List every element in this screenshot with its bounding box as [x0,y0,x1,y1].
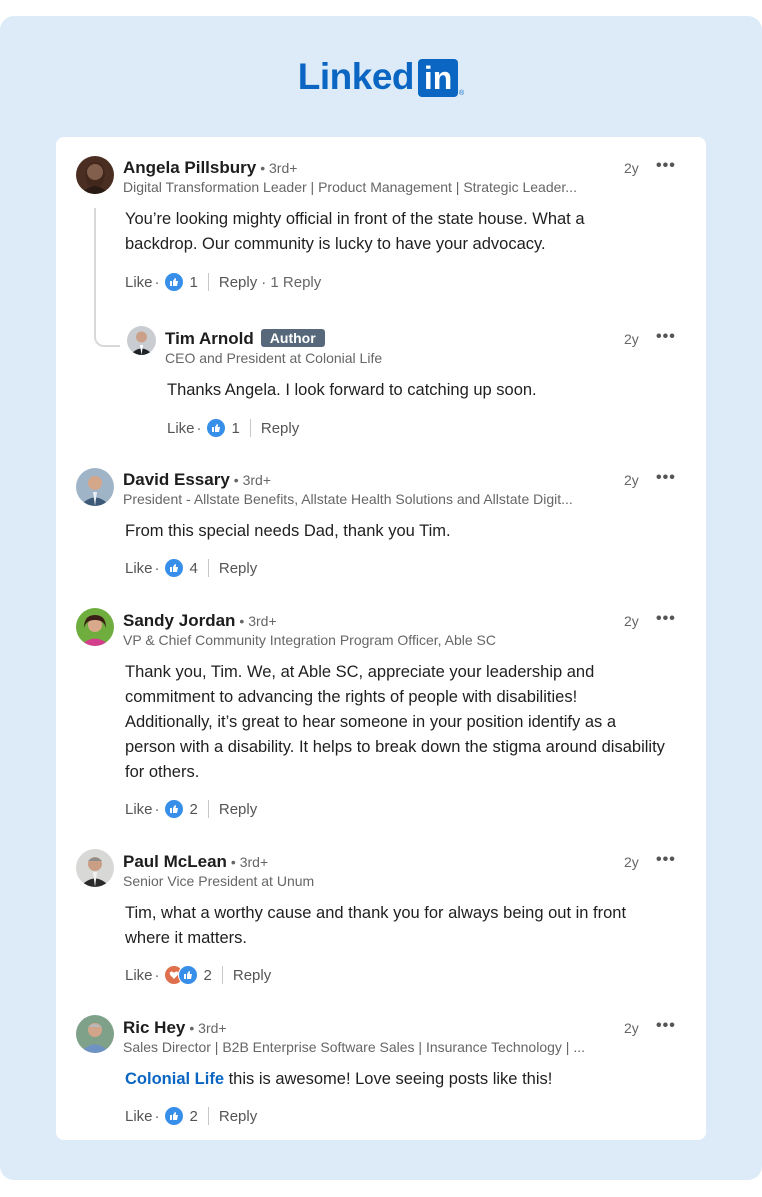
action-divider [207,559,209,577]
logo-in-box: in [418,59,459,97]
commenter-name-text[interactable]: David Essary [123,470,230,489]
commenter-headline: CEO and President at Colonial Life [165,350,383,366]
more-options-icon[interactable]: ••• [656,328,676,346]
action-divider [207,273,209,291]
reaction-count[interactable]: 1 [190,274,198,291]
commenter-headline: Digital Transformation Leader | Product … [123,179,577,195]
commenter-name[interactable]: Tim Arnold Author [165,329,325,349]
comment-text-rest: this is awesome! Love seeing posts like … [224,1070,553,1088]
separator-dot: · [154,273,160,291]
like-reaction-icon[interactable] [163,799,184,819]
comment-actions: Like · 2 Reply [125,799,257,819]
like-button[interactable]: Like [125,967,153,984]
separator-dot: · [154,966,160,984]
comment-text: You’re looking mighty official in front … [125,210,585,253]
action-divider [207,800,209,818]
comment-timestamp: 2y [624,160,639,176]
commenter-name[interactable]: Sandy Jordan • 3rd+ [123,611,277,631]
connection-degree: • 3rd+ [233,472,271,488]
like-reaction-icon[interactable] [163,558,184,578]
comment-timestamp: 2y [624,613,639,629]
comment-timestamp: 2y [624,331,639,347]
comment-text: Tim, what a worthy cause and thank you f… [125,904,627,947]
commenter-name-text[interactable]: Angela Pillsbury [123,158,256,177]
logo-registered-mark: ® [459,90,465,97]
commenter-name[interactable]: Ric Hey • 3rd+ [123,1018,227,1038]
connection-degree: • 3rd+ [260,160,298,176]
comment-text: Colonial Life this is awesome! Love seei… [125,1067,665,1092]
more-options-icon[interactable]: ••• [656,469,676,487]
avatar[interactable] [76,1015,114,1053]
comment-timestamp: 2y [624,854,639,870]
reply-button[interactable]: Reply [233,967,271,984]
separator-dot: · [154,1107,160,1125]
commenter-headline: President - Allstate Benefits, Allstate … [123,491,573,507]
comment-text: Thanks Angela. I look forward to catchin… [167,381,537,399]
avatar[interactable] [76,849,114,887]
reaction-count[interactable]: 2 [204,967,212,984]
like-button[interactable]: Like [125,801,153,818]
reply-button[interactable]: Reply [219,801,257,818]
connection-degree: • 3rd+ [239,613,277,629]
reaction-count[interactable]: 4 [190,560,198,577]
action-divider [249,419,251,437]
separator-dot: · [154,559,160,577]
more-options-icon[interactable]: ••• [656,1017,676,1035]
like-button[interactable]: Like [125,1108,153,1125]
comment-actions: Like · 2 Reply [125,965,271,985]
commenter-name-text[interactable]: Ric Hey [123,1018,185,1037]
like-button[interactable]: Like [167,420,195,437]
like-reaction-icon[interactable] [163,272,184,292]
author-badge: Author [260,329,325,347]
commenter-headline: Senior Vice President at Unum [123,873,315,889]
commenter-headline: Sales Director | B2B Enterprise Software… [123,1039,585,1055]
action-divider [221,966,223,984]
reply-button[interactable]: Reply [219,560,257,577]
like-reaction-icon[interactable] [177,965,198,985]
reaction-count[interactable]: 2 [190,801,198,818]
linkedin-logo: Linked in ® [0,55,762,99]
like-button[interactable]: Like [125,560,153,577]
connection-degree: • 3rd+ [189,1020,227,1036]
commenter-headline: VP & Chief Community Integration Program… [123,632,496,648]
avatar[interactable] [76,468,114,506]
reply-button[interactable]: Reply [261,420,299,437]
logo-wordmark: Linked [297,56,415,97]
reaction-count[interactable]: 2 [190,1108,198,1125]
more-options-icon[interactable]: ••• [656,157,676,175]
comment-actions: Like · 2 Reply [125,1106,257,1126]
comment-timestamp: 2y [624,1020,639,1036]
comment-text: Thank you, Tim. We, at Able SC, apprecia… [125,663,665,781]
separator-dot: · [196,419,202,437]
like-reaction-icon[interactable] [205,418,226,438]
comment-text: From this special needs Dad, thank you T… [125,522,451,540]
avatar[interactable] [76,156,114,194]
reply-thread-line [94,208,120,347]
commenter-name-text[interactable]: Sandy Jordan [123,611,235,630]
more-options-icon[interactable]: ••• [656,851,676,869]
commenter-name[interactable]: Angela Pillsbury • 3rd+ [123,158,297,178]
commenter-name[interactable]: Paul McLean • 3rd+ [123,852,268,872]
reaction-count[interactable]: 1 [232,420,240,437]
company-mention-link[interactable]: Colonial Life [125,1070,224,1088]
reply-count-link[interactable]: · 1 Reply [261,274,321,291]
connection-degree: • 3rd+ [230,854,269,870]
like-button[interactable]: Like [125,274,153,291]
reply-button[interactable]: Reply [219,1108,257,1125]
avatar[interactable] [127,326,156,355]
commenter-name-text[interactable]: Paul McLean [123,852,227,871]
commenter-name-text[interactable]: Tim Arnold [165,329,254,348]
separator-dot: · [154,800,160,818]
comment-timestamp: 2y [624,472,639,488]
more-options-icon[interactable]: ••• [656,610,676,628]
like-reaction-icon[interactable] [163,1106,184,1126]
commenter-name[interactable]: David Essary • 3rd+ [123,470,271,490]
action-divider [207,1107,209,1125]
reply-button[interactable]: Reply [219,274,257,291]
comment-actions: Like · 1 Reply [167,418,299,438]
comment-actions: Like · 4 Reply [125,558,257,578]
avatar[interactable] [76,608,114,646]
comments-card: Angela Pillsbury • 3rd+ Digital Transform… [56,137,706,1140]
comment-actions: Like · 1 Reply · 1 Reply [125,272,321,292]
